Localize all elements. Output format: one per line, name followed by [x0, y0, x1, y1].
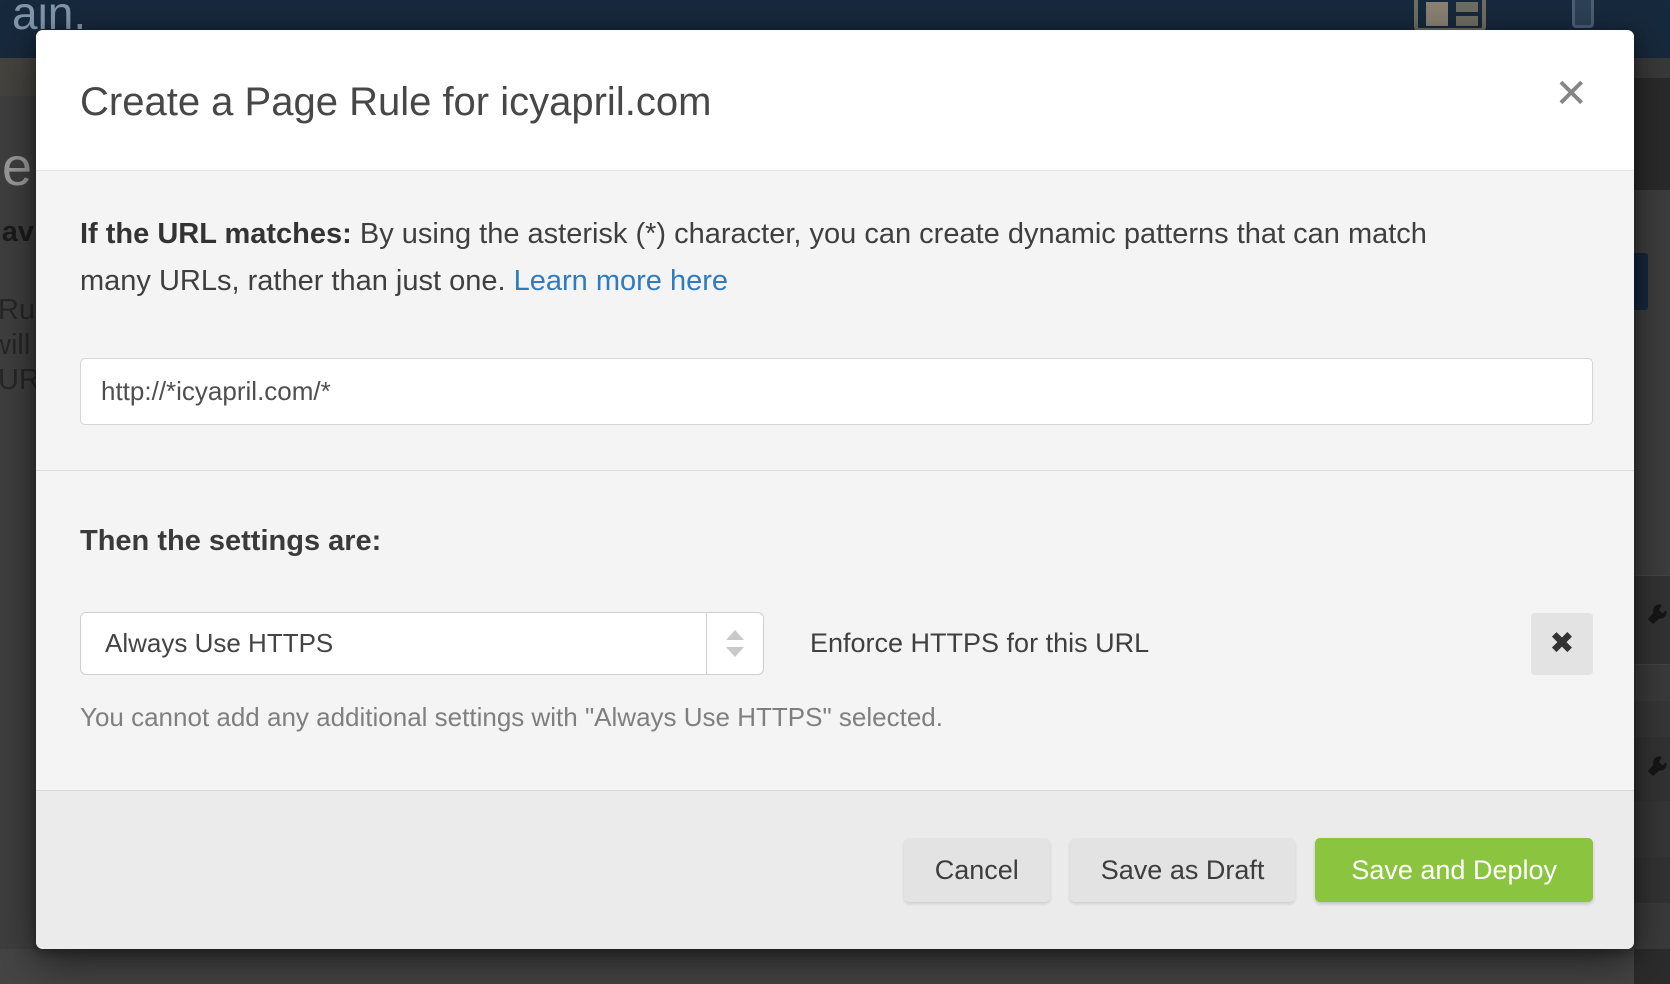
- learn-more-link[interactable]: Learn more here: [514, 265, 728, 297]
- dialog-header: Create a Page Rule for icyapril.com ✕: [36, 30, 1634, 170]
- setting-note: You cannot add any additional settings w…: [80, 702, 1593, 733]
- background-page-right-edge: [1634, 58, 1670, 949]
- select-down-arrow-icon: [726, 647, 744, 657]
- background-page-bottom-right-edge: [1634, 949, 1670, 984]
- dialog-title: Create a Page Rule for icyapril.com: [80, 80, 711, 125]
- settings-section: Then the settings are: Always Use HTTPS …: [36, 470, 1634, 790]
- background-heading-fragment: e: [2, 136, 32, 198]
- setting-select-value: Always Use HTTPS: [105, 613, 333, 674]
- create-page-rule-dialog: Create a Page Rule for icyapril.com ✕ If…: [36, 30, 1634, 949]
- topbar-partial-icon: [1572, 0, 1594, 28]
- select-up-arrow-icon: [726, 630, 744, 640]
- select-caret-zone: [706, 613, 763, 674]
- background-text-fragment: Ru: [0, 294, 35, 327]
- cancel-button[interactable]: Cancel: [904, 838, 1050, 902]
- wrench-icon: [1646, 755, 1668, 783]
- background-page-bottom-edge: [0, 949, 1670, 984]
- save-as-draft-button[interactable]: Save as Draft: [1070, 838, 1296, 902]
- url-pattern-input[interactable]: [80, 358, 1593, 425]
- background-page-left-edge: e nav Ru will UR: [0, 58, 36, 949]
- background-blue-button-fragment: [1634, 253, 1648, 310]
- layout-grid-icon: [1414, 0, 1486, 32]
- setting-row: Always Use HTTPS Enforce HTTPS for this …: [80, 612, 1593, 675]
- background-text-fragment: will: [0, 329, 30, 362]
- dialog-footer: Cancel Save as Draft Save and Deploy: [36, 790, 1634, 949]
- background-text-fragment: UR: [0, 364, 36, 397]
- url-match-label: If the URL matches:: [80, 218, 352, 250]
- wrench-icon: [1646, 603, 1668, 631]
- setting-select[interactable]: Always Use HTTPS: [80, 612, 764, 675]
- background-bold-text-fragment: nav: [0, 216, 34, 249]
- remove-setting-button[interactable]: ✖: [1531, 613, 1593, 675]
- settings-heading: Then the settings are:: [80, 525, 1593, 558]
- save-and-deploy-button[interactable]: Save and Deploy: [1315, 838, 1593, 902]
- setting-description: Enforce HTTPS for this URL: [810, 628, 1149, 659]
- remove-icon: ✖: [1549, 626, 1574, 661]
- url-match-help-text: If the URL matches: By using the asteris…: [80, 211, 1482, 305]
- url-match-section: If the URL matches: By using the asteris…: [36, 170, 1634, 470]
- close-icon[interactable]: ✕: [1554, 74, 1588, 114]
